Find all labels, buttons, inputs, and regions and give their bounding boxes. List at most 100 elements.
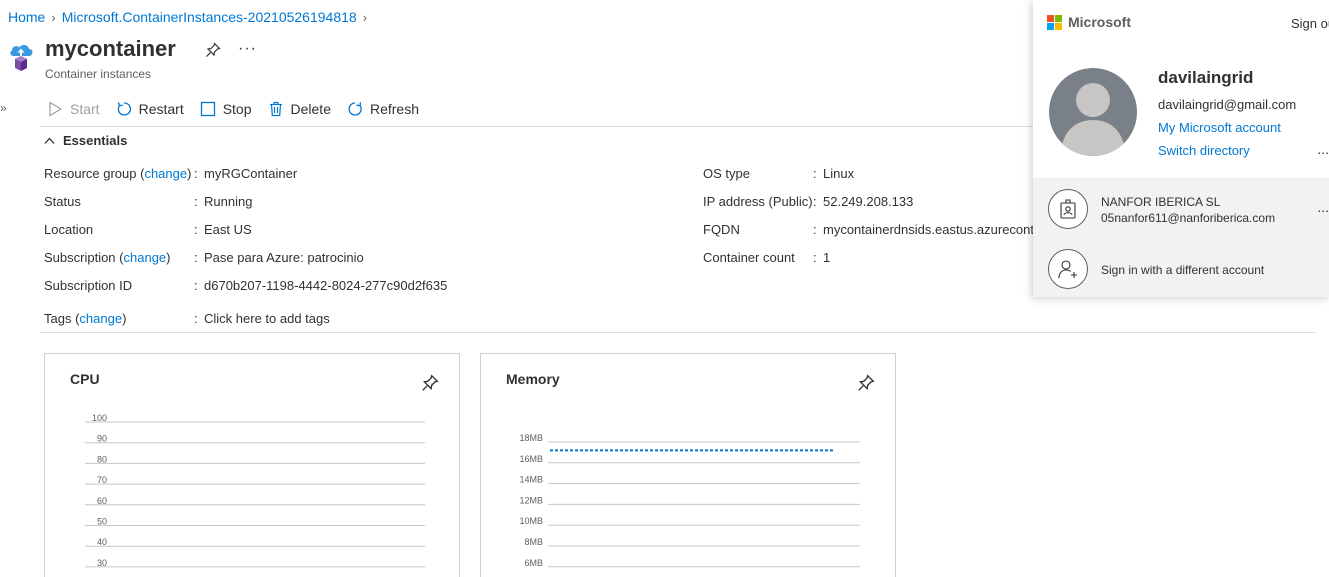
cpu-tick-label: 70 — [97, 475, 107, 485]
toolbar-divider — [40, 126, 1040, 127]
status-value: Running — [204, 194, 253, 209]
cpu-chart: 100 90 80 70 60 50 40 30 — [85, 413, 425, 568]
cpu-tick-label: 100 — [92, 413, 107, 423]
directory-more-button[interactable]: ... — [1317, 141, 1329, 157]
tenant-more-button[interactable]: ... — [1317, 199, 1329, 215]
breadcrumb-separator: › — [362, 9, 368, 25]
essentials-toggle[interactable]: Essentials — [44, 133, 127, 148]
stop-icon — [200, 101, 215, 117]
command-toolbar: Start Restart Stop Delete Refresh — [47, 98, 435, 120]
memory-tick-label: 8MB — [524, 537, 543, 547]
page-title: mycontainer — [45, 36, 176, 61]
container-instances-icon — [7, 43, 35, 73]
microsoft-brand-text: Microsoft — [1068, 14, 1131, 30]
delete-button[interactable]: Delete — [268, 101, 331, 117]
memory-tick-label: 12MB — [519, 495, 543, 505]
subscription-label: Subscription (change) — [44, 250, 171, 265]
memory-tick-label: 14MB — [519, 475, 543, 485]
memory-tick-label: 16MB — [519, 454, 543, 464]
cpu-tick-label: 30 — [97, 558, 107, 568]
subscription-change-link[interactable]: change — [124, 250, 167, 265]
breadcrumb-deployment-link[interactable]: Microsoft.ContainerInstances-20210526194… — [62, 9, 357, 25]
colon: : — [813, 194, 817, 209]
stop-button[interactable]: Stop — [200, 101, 252, 117]
sign-out-link[interactable]: Sign out — [1291, 16, 1329, 31]
memory-tick-label: 6MB — [524, 558, 543, 568]
page-subtitle: Container instances — [45, 67, 152, 81]
trash-icon — [269, 101, 282, 117]
breadcrumb-separator: › — [51, 9, 56, 25]
container-count-row: Container count — [703, 250, 795, 265]
memory-chart: 18MB 16MB 14MB 12MB 10MB 8MB 6MB — [519, 433, 860, 568]
microsoft-logo-icon — [1047, 14, 1062, 30]
pin-icon[interactable] — [205, 42, 221, 58]
memory-chart-tile[interactable]: Memory 18MB 16MB 14MB 12MB 10MB 8MB 6MB — [480, 353, 896, 577]
restart-label: Restart — [138, 101, 184, 117]
os-type-row: OS type — [703, 166, 750, 181]
tags-change-link[interactable]: change — [79, 311, 122, 326]
subscription-value-link[interactable]: Pase para Azure: patrocinio — [204, 250, 364, 265]
tags-row: Tags (change) — [44, 311, 126, 326]
subscription-id-label: Subscription ID — [44, 278, 133, 293]
account-flyout: Microsoft Sign out davilaingrid davilain… — [1033, 0, 1329, 297]
user-name: davilaingrid — [1158, 68, 1254, 87]
essentials-divider — [40, 332, 1316, 333]
restart-button[interactable]: Restart — [116, 101, 184, 117]
chevron-up-icon — [44, 137, 55, 144]
resource-group-change-link[interactable]: change — [144, 166, 187, 181]
more-options-button[interactable]: ··· — [238, 40, 257, 58]
tags-label: Tags (change) — [44, 311, 127, 326]
my-account-link[interactable]: My Microsoft account — [1158, 120, 1281, 135]
badge-icon — [1048, 189, 1088, 229]
colon: : — [194, 166, 198, 181]
colon: : — [813, 222, 817, 237]
essentials-title: Essentials — [63, 133, 128, 148]
start-button[interactable]: Start — [47, 101, 100, 117]
breadcrumb: Home › Microsoft.ContainerInstances-2021… — [8, 9, 373, 25]
container-count-label: Container count — [703, 250, 795, 265]
cpu-chart-tile[interactable]: CPU 100 90 80 70 60 50 40 30 — [44, 353, 460, 577]
container-count-value: 1 — [823, 250, 831, 265]
cpu-tick-label: 80 — [97, 454, 107, 464]
colon: : — [194, 222, 198, 237]
refresh-button[interactable]: Refresh — [347, 101, 419, 117]
fqdn-label: FQDN — [703, 222, 740, 237]
subscription-id-value: d670b207-1198-4442-8024-277c90d2f635 — [204, 278, 448, 293]
breadcrumb-home-link[interactable]: Home — [8, 9, 45, 25]
microsoft-logo: Microsoft — [1047, 14, 1131, 30]
fqdn-row: FQDN — [703, 222, 740, 237]
cpu-tick-label: 40 — [97, 537, 107, 547]
colon: : — [813, 166, 817, 181]
stop-label: Stop — [222, 101, 252, 117]
refresh-icon — [348, 102, 362, 116]
cpu-tick-label: 90 — [97, 434, 107, 444]
tenant-name: NANFOR IBERICA SL — [1101, 195, 1221, 209]
subscription-row: Subscription (change) — [44, 250, 171, 265]
memory-tick-label: 10MB — [519, 516, 543, 526]
ip-address-value: 52.249.208.133 — [823, 194, 914, 209]
memory-tick-label: 18MB — [519, 433, 543, 443]
colon: : — [813, 250, 817, 265]
resource-group-value-link[interactable]: myRGContainer — [204, 166, 297, 181]
cpu-tick-label: 60 — [97, 496, 107, 506]
subscription-id-row: Subscription ID — [44, 278, 132, 293]
os-type-label: OS type — [703, 166, 750, 181]
delete-label: Delete — [290, 101, 331, 117]
resource-group-label: Resource group (change) — [44, 166, 192, 181]
location-label: Location — [44, 222, 94, 237]
sign-in-different-account-link[interactable]: Sign in with a different account — [1101, 263, 1264, 277]
status-label: Status — [44, 194, 81, 209]
location-row: Location — [44, 222, 93, 237]
switch-directory-link[interactable]: Switch directory — [1158, 143, 1250, 158]
tenant-email: 05nanfor611@nanforiberica.com — [1101, 211, 1276, 225]
colon: : — [194, 250, 198, 265]
colon: : — [194, 194, 198, 209]
play-icon — [49, 101, 63, 117]
ip-address-row: IP address (Public) — [703, 194, 813, 209]
add-person-icon[interactable] — [1048, 249, 1088, 289]
expand-menu-icon[interactable]: » — [0, 101, 7, 115]
os-type-value: Linux — [823, 166, 855, 181]
ip-address-label: IP address (Public) — [703, 194, 813, 209]
add-tags-link[interactable]: Click here to add tags — [204, 311, 330, 326]
location-value: East US — [204, 222, 252, 237]
